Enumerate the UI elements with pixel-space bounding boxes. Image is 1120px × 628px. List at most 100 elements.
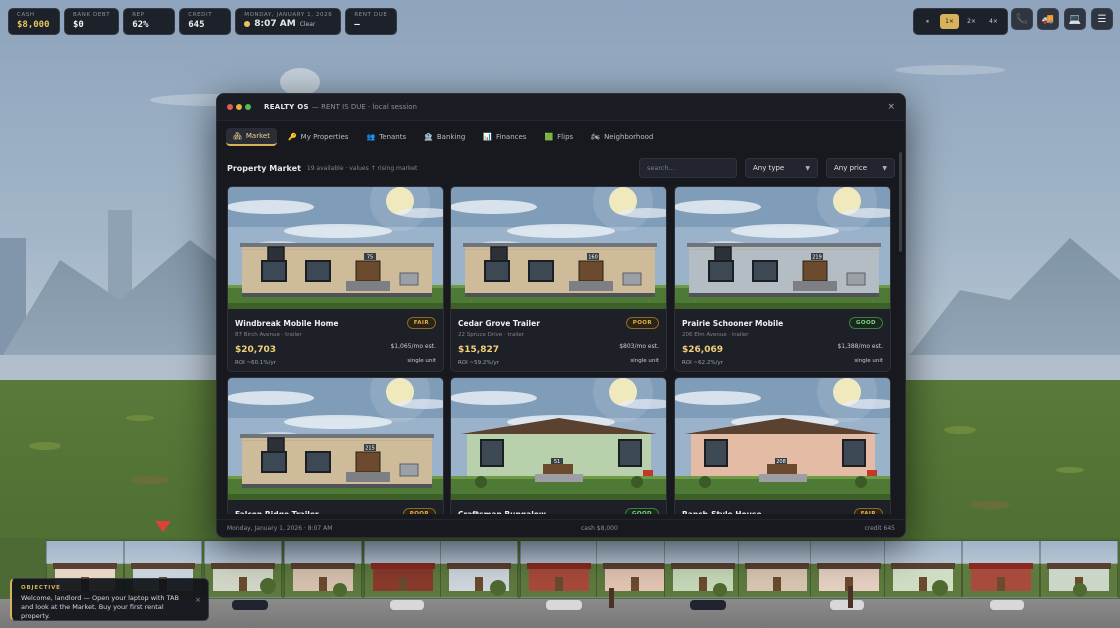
date-label: MONDAY, JANUARY 1, 2026 (244, 12, 333, 18)
objective-marker-icon (155, 521, 171, 532)
car (232, 600, 268, 610)
listing-details: Cedar Grove Trailer POOR 22 Spruce Drive ·… (451, 309, 666, 366)
window-subtitle: — RENT IS DUE · local session (311, 103, 417, 111)
listing-name: Ranch-Style House (682, 509, 762, 515)
status-date: Monday, January 1, 2026 · 8:07 AM (227, 525, 333, 532)
listing-details: Windbreak Mobile Home FAIR 87 Birch Avenue… (228, 309, 443, 366)
listing-grid: 75 Windbreak Mobile Home FAIR 87 Birch Aven… (227, 186, 891, 514)
listing-details: Ranch-Style House FAIR (675, 500, 890, 514)
car (830, 600, 864, 610)
listing-details: Prairie Schooner Mobile GOOD 206 Elm Avenu… (675, 309, 890, 366)
house-number: 215 (365, 446, 375, 452)
listing-details: Falcon Ridge Trailer POOR (228, 500, 443, 514)
clock-time: 8:07 AM (254, 19, 296, 29)
listing-units: single unit (854, 357, 883, 364)
listing-roi: ROI ~62.2%/yr (682, 360, 723, 366)
tab-finances[interactable]: 📊 Finances (476, 129, 533, 145)
listing-card[interactable]: 75 Windbreak Mobile Home FAIR 87 Birch Aven… (227, 186, 444, 372)
laptop-icon[interactable]: 💻 (1064, 8, 1086, 30)
tab-label: Neighborhood (604, 133, 654, 141)
listing-card[interactable]: 51 Craftsman Bungalow GOOD (450, 377, 667, 514)
hud-stats: CASH $8,000 BANK DEBT $0 REP 62% CREDIT … (8, 8, 398, 35)
listing-card[interactable]: 160 Cedar Grove Trailer POOR 22 Spruce Driv… (450, 186, 667, 372)
scrollbar[interactable] (899, 152, 902, 252)
rent-due-stat: RENT DUE — (345, 8, 398, 35)
menu-icon[interactable]: ☰ (1091, 8, 1113, 30)
listing-card[interactable]: 215 Falcon Ridge Trailer POOR (227, 377, 444, 514)
speed-2x-button[interactable]: 2× (962, 14, 981, 29)
car (390, 600, 424, 610)
credit-stat: CREDIT 645 (179, 8, 232, 35)
price-filter-value: Any price (834, 164, 868, 172)
chart-icon: 📊 (483, 133, 492, 141)
listing-units: single unit (630, 357, 659, 364)
status-credit: credit 645 (864, 525, 895, 532)
tab-label: Finances (496, 133, 527, 141)
phone-icon[interactable]: 📞 (1011, 8, 1033, 30)
listing-name: Prairie Schooner Mobile (682, 318, 784, 328)
close-dot-icon[interactable] (227, 104, 233, 110)
credit-value: 645 (188, 20, 205, 30)
stat-label: CREDIT (188, 12, 213, 18)
listing-name: Windbreak Mobile Home (235, 318, 339, 328)
speed-controls: ⏸ 1× 2× 4× (913, 8, 1008, 35)
minimize-dot-icon[interactable] (236, 104, 242, 110)
listing-photo: 51 (451, 378, 666, 500)
house-number: 75 (367, 255, 373, 261)
status-cash: cash $8,000 (581, 525, 618, 532)
price-filter-select[interactable]: Any price ▼ (826, 158, 895, 178)
tab-banking[interactable]: 🏦 Banking (417, 129, 472, 145)
stat-label: CASH (17, 12, 35, 18)
truck-icon[interactable]: 🚚 (1037, 8, 1059, 30)
listing-card[interactable]: 208 Ranch-Style House FAIR (674, 377, 891, 514)
listing-photo: 219 (675, 187, 890, 309)
listing-card[interactable]: 219 Prairie Schooner Mobile GOOD 206 Elm Av… (674, 186, 891, 372)
market-icon: 🏘 (233, 132, 242, 140)
realty-os-window: REALTY OS — RENT IS DUE · local session … (216, 93, 906, 538)
listing-rent-estimate: $803/mo est. (619, 343, 659, 350)
tab-my-properties[interactable]: 🔑 My Properties (281, 129, 356, 145)
close-icon[interactable]: × (887, 102, 895, 112)
tab-flips[interactable]: 🟩 Flips (537, 129, 580, 145)
people-icon: 👥 (366, 133, 376, 141)
objective-text: Welcome, landlord — Open your laptop wit… (21, 594, 179, 620)
bank-debt-stat: BANK DEBT $0 (64, 8, 120, 35)
bank-debt-value: $0 (73, 20, 84, 30)
listing-rent-estimate: $1,388/mo est. (837, 343, 883, 350)
close-icon[interactable]: × (195, 596, 201, 604)
rent-due-value: — (354, 20, 360, 30)
tab-label: Tenants (379, 133, 407, 141)
tab-label: Market (245, 132, 270, 140)
window-title: REALTY OS (264, 103, 309, 111)
house-number: 208 (776, 459, 786, 465)
listing-price: $15,827 (458, 345, 499, 355)
speed-1x-button[interactable]: 1× (940, 14, 959, 29)
tab-neighborhood[interactable]: 🏍 Neighborhood (584, 129, 660, 145)
tab-market[interactable]: 🏘 Market (226, 128, 277, 146)
tab-label: Banking (436, 133, 466, 141)
speed-4x-button[interactable]: 4× (984, 14, 1003, 29)
listing-price: $20,703 (235, 345, 276, 355)
type-filter-select[interactable]: Any type ▼ (745, 158, 818, 178)
sun-icon (244, 21, 251, 27)
key-icon: 🔑 (287, 133, 297, 141)
condition-badge: GOOD (848, 317, 883, 329)
pedestrian (848, 586, 853, 608)
listing-photo: 160 (451, 187, 666, 309)
listing-units: single unit (407, 357, 436, 364)
listing-photo: 208 (675, 378, 890, 500)
tab-tenants[interactable]: 👥 Tenants (359, 129, 413, 145)
date-time-stat: MONDAY, JANUARY 1, 2026 8:07 AM Clear (235, 8, 342, 35)
search-input[interactable] (639, 158, 737, 178)
listing-photo: 75 (228, 187, 443, 309)
condition-badge: POOR (402, 508, 436, 514)
cash-stat: CASH $8,000 (8, 8, 60, 35)
flips-icon: 🟩 (544, 133, 554, 141)
pause-button[interactable]: ⏸ (918, 14, 937, 29)
maximize-dot-icon[interactable] (245, 104, 251, 110)
condition-badge: POOR (625, 317, 659, 329)
condition-badge: FAIR (853, 508, 883, 514)
chevron-down-icon: ▼ (805, 164, 810, 172)
tab-label: My Properties (300, 133, 349, 141)
tab-label: Flips (557, 133, 574, 141)
